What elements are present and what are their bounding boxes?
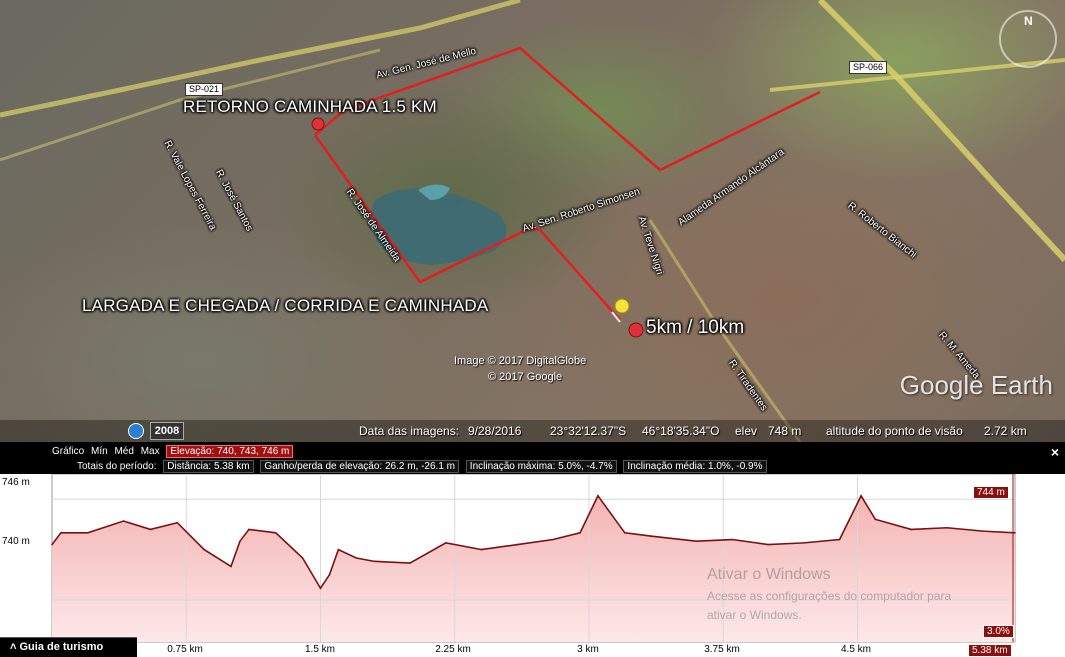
activation-watermark-line-2: ativar o Windows. <box>707 608 802 622</box>
x-axis-label: 0.75 km <box>167 644 203 655</box>
current-slope-badge: 3.0% <box>983 625 1014 638</box>
historical-imagery-icon[interactable] <box>128 423 144 439</box>
elevation-point <box>203 548 205 551</box>
elevation-point <box>239 540 241 542</box>
start-finish-label: LARGADA E CHEGADA / CORRIDA E CAMINHADA <box>82 296 489 315</box>
gain-loss-box[interactable]: Ganho/perda de elevação: 26.2 m, -26.1 m <box>260 460 460 473</box>
x-axis-label: 4.5 km <box>840 644 872 655</box>
elevation-header: Gráfico Mín Méd Max Elevação: 740, 743, … <box>0 442 1065 474</box>
tour-guide-button[interactable]: ˄ Guia de turismo <box>0 637 137 657</box>
start-pin <box>611 298 644 338</box>
elevation-box[interactable]: Elevação: 740, 743, 746 m <box>166 445 294 458</box>
elevation-chart[interactable] <box>0 473 1065 657</box>
elevation-point <box>874 518 877 521</box>
elevation-point <box>176 521 179 524</box>
elevation-point <box>910 528 912 531</box>
current-elevation-badge: 744 m <box>973 486 1009 499</box>
compass-icon[interactable]: N <box>999 10 1057 68</box>
copyright-line-1: Image © 2017 DigitalGlobe <box>454 355 587 367</box>
elevation-point <box>579 532 581 534</box>
close-icon[interactable]: × <box>1051 444 1059 460</box>
elevation-point <box>355 557 358 559</box>
elev-value: 748 m <box>768 424 802 438</box>
elevation-point <box>301 557 304 559</box>
road-shield-sp021: SP-021 <box>185 83 224 96</box>
eye-altitude-label: altitude do ponto de visão <box>826 424 963 438</box>
max-slope-box[interactable]: Inclinação máxima: 5.0%, -4.7% <box>465 460 617 473</box>
elevation-point <box>328 574 331 576</box>
elevation-point <box>623 532 626 534</box>
elevation-point <box>122 520 125 522</box>
elev-label: elev <box>735 424 758 438</box>
google-earth-logo: Google Earth <box>899 370 1053 400</box>
history-year-button[interactable]: 2008 <box>150 422 184 440</box>
elevation-point <box>274 532 277 534</box>
y-axis-label: 740 m <box>2 536 30 547</box>
graph-min[interactable]: Mín <box>91 446 108 457</box>
elevation-point <box>838 538 841 541</box>
elevation-point <box>51 543 53 546</box>
elevation-point <box>86 532 89 534</box>
elevation-chart-svg <box>51 473 1016 643</box>
totals-label: Totais do período: <box>77 461 157 472</box>
graph-max[interactable]: Max <box>141 446 160 457</box>
elevation-point <box>480 548 483 551</box>
image-date-label: Data das imagens: <box>359 424 460 438</box>
longitude: 46°18'35.34"O <box>642 424 720 438</box>
tour-guide-label: Guia de turismo <box>19 641 104 653</box>
x-axis-label: 3 km <box>577 644 599 655</box>
elevation-point <box>767 543 769 546</box>
road-shield-sp066: SP-066 <box>849 61 888 74</box>
x-axis-label: 2.25 km <box>435 644 471 655</box>
return-pin <box>311 117 325 131</box>
elevation-point <box>230 565 232 568</box>
elevation-point <box>337 548 340 551</box>
elevation-point <box>860 495 862 497</box>
elevation-point <box>409 562 411 564</box>
elevation-point <box>373 560 375 563</box>
graph-avg[interactable]: Méd <box>114 446 133 457</box>
y-axis-label: 746 m <box>2 477 30 488</box>
elevation-point <box>149 528 152 531</box>
latitude: 23°32'12.37"S <box>550 424 627 438</box>
image-date: 9/28/2016 <box>468 424 522 438</box>
elevation-point <box>319 587 322 590</box>
elevation-point <box>650 535 653 537</box>
map-view[interactable]: RETORNO CAMINHADA 1.5 KM LARGADA E CHEGA… <box>0 0 1065 442</box>
elevation-point <box>444 542 447 544</box>
chevron-up-icon: ˄ <box>10 641 17 653</box>
elevation-point <box>552 538 554 541</box>
elevation-point <box>731 538 733 541</box>
distance-label: 5km / 10km <box>646 317 745 338</box>
activation-watermark-line-1: Acesse as configurações do computador pa… <box>707 589 952 603</box>
elevation-point <box>695 540 698 542</box>
x-axis-label: 3.75 km <box>704 644 740 655</box>
copyright-line-2: © 2017 Google <box>488 371 563 383</box>
elevation-point <box>1014 532 1016 534</box>
eye-altitude-value: 2.72 km <box>984 424 1027 438</box>
return-walk-label: RETORNO CAMINHADA 1.5 KM <box>183 97 437 116</box>
elevation-point <box>248 528 250 531</box>
x-end-label: 5.38 km <box>968 644 1012 657</box>
x-axis-label: 1.5 km <box>304 644 336 655</box>
elevation-point <box>60 532 62 534</box>
elevation-point <box>516 543 519 546</box>
header-row-2: Totais do período: Distância: 5.38 km Ga… <box>77 460 771 473</box>
activation-watermark-title: Ativar o Windows <box>707 566 831 583</box>
distance-box[interactable]: Distância: 5.38 km <box>163 460 254 473</box>
avg-slope-box[interactable]: Inclinação média: 1.0%, -0.9% <box>623 460 767 473</box>
compass-north-label: N <box>1024 14 1033 28</box>
graph-label: Gráfico <box>52 446 85 457</box>
header-row-1: Gráfico Mín Méd Max Elevação: 740, 743, … <box>52 445 297 458</box>
elevation-point <box>597 495 599 497</box>
elevation-profile-panel: Gráfico Mín Méd Max Elevação: 740, 743, … <box>0 442 1065 657</box>
elevation-point <box>802 542 805 544</box>
elevation-point <box>981 530 984 532</box>
elevation-point <box>946 526 948 529</box>
